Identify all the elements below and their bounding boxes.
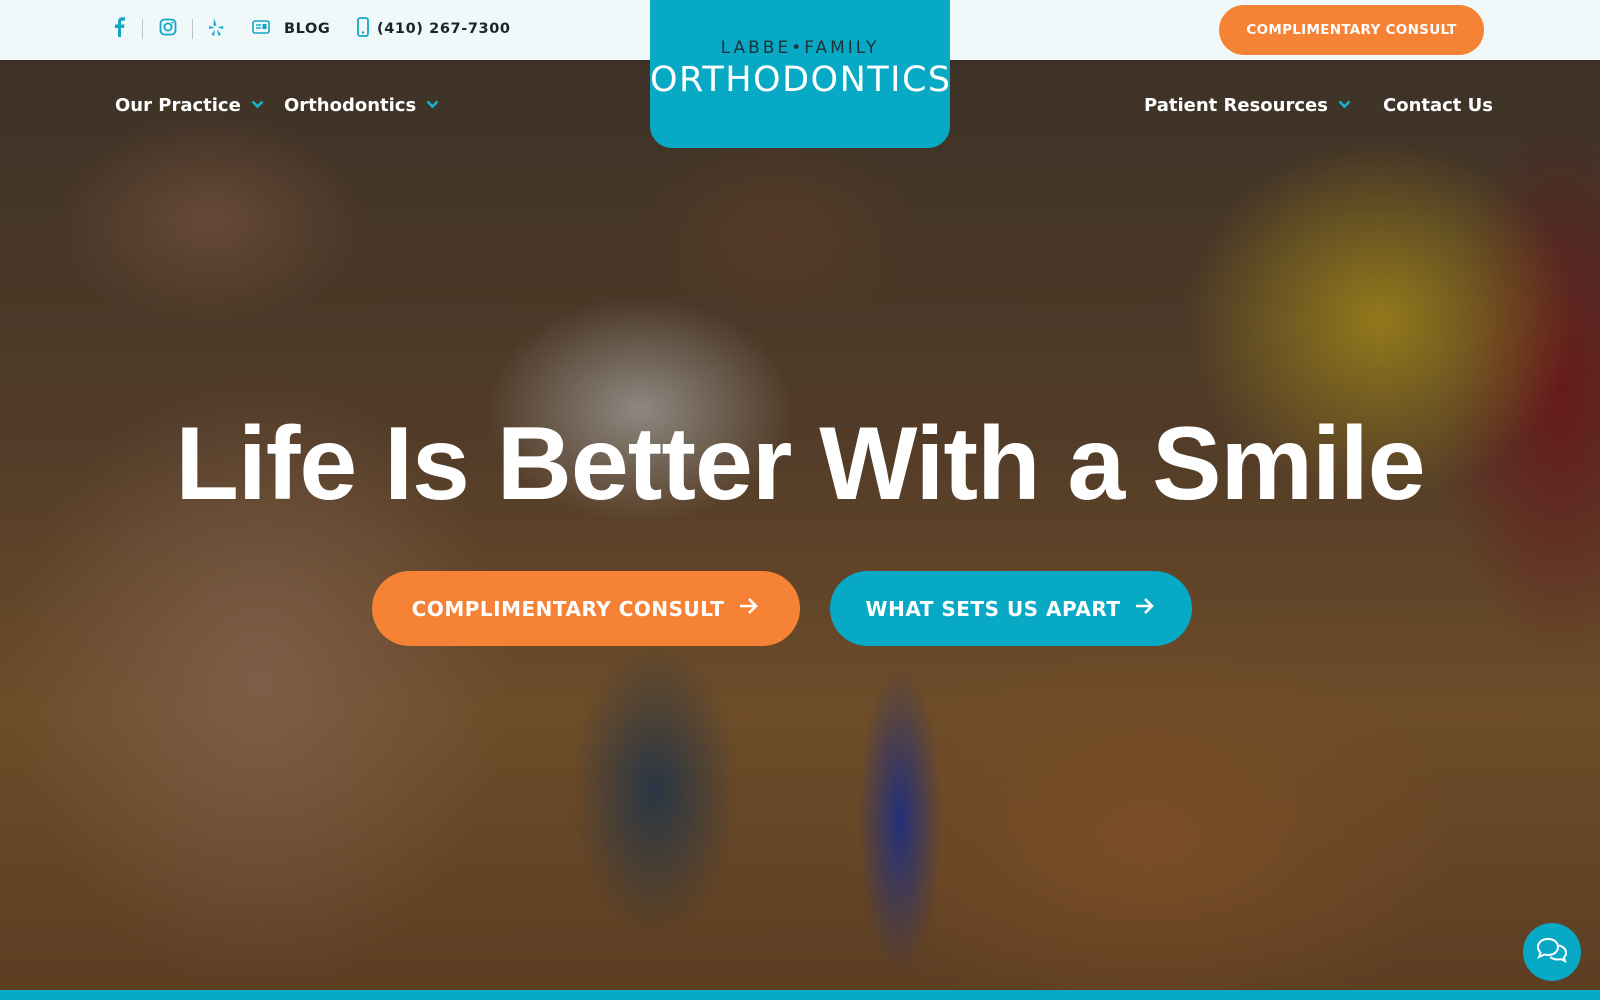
nav-contact-us[interactable]: Contact Us bbox=[1383, 90, 1493, 120]
phone-number: (410) 267-7300 bbox=[377, 21, 511, 37]
what-sets-us-apart-button[interactable]: WHAT SETS US APART bbox=[830, 571, 1192, 646]
nav-label: Our Practice bbox=[115, 94, 241, 116]
arrow-right-icon bbox=[1134, 596, 1156, 621]
chevron-down-icon bbox=[251, 97, 264, 113]
facebook-icon bbox=[112, 16, 126, 42]
nav-patient-resources[interactable]: Patient Resources bbox=[1144, 90, 1351, 120]
chevron-down-icon bbox=[1338, 97, 1351, 113]
hero-headline: Life Is Better With a Smile bbox=[175, 406, 1425, 522]
phone-link[interactable]: (410) 267-7300 bbox=[357, 0, 511, 58]
complimentary-consult-button-top[interactable]: COMPLIMENTARY CONSULT bbox=[1219, 5, 1484, 55]
chevron-down-icon bbox=[426, 97, 439, 113]
divider bbox=[192, 19, 193, 39]
cta-label: COMPLIMENTARY CONSULT bbox=[411, 596, 725, 621]
logo-line-labbe-family: LABBE•FAMILY bbox=[720, 38, 880, 58]
newspaper-icon bbox=[252, 19, 270, 39]
hero-background-image bbox=[0, 60, 1600, 990]
logo-line-orthodontics: ORTHODONTICS bbox=[650, 60, 952, 100]
instagram-icon bbox=[159, 18, 177, 41]
nav-label: Orthodontics bbox=[284, 94, 417, 116]
yelp-link[interactable] bbox=[208, 0, 224, 58]
divider bbox=[142, 19, 143, 39]
nav-orthodontics[interactable]: Orthodontics bbox=[284, 90, 439, 120]
blog-label: BLOG bbox=[284, 21, 331, 37]
yelp-icon bbox=[208, 17, 224, 42]
nav-label: Contact Us bbox=[1383, 94, 1494, 116]
chat-button[interactable] bbox=[1523, 923, 1581, 981]
facebook-link[interactable] bbox=[112, 0, 126, 58]
instagram-link[interactable] bbox=[159, 0, 177, 58]
bottom-accent-bar bbox=[0, 990, 1600, 1000]
blog-link[interactable]: BLOG bbox=[252, 0, 330, 58]
site-logo[interactable]: LABBE•FAMILY ORTHODONTICS bbox=[650, 0, 950, 148]
complimentary-consult-button[interactable]: COMPLIMENTARY CONSULT bbox=[372, 571, 800, 646]
cta-label: WHAT SETS US APART bbox=[865, 596, 1121, 621]
nav-label: Patient Resources bbox=[1144, 94, 1328, 116]
arrow-right-icon bbox=[738, 596, 760, 621]
phone-icon bbox=[357, 16, 369, 42]
chat-bubbles-icon bbox=[1535, 934, 1569, 971]
nav-our-practice[interactable]: Our Practice bbox=[115, 90, 264, 120]
